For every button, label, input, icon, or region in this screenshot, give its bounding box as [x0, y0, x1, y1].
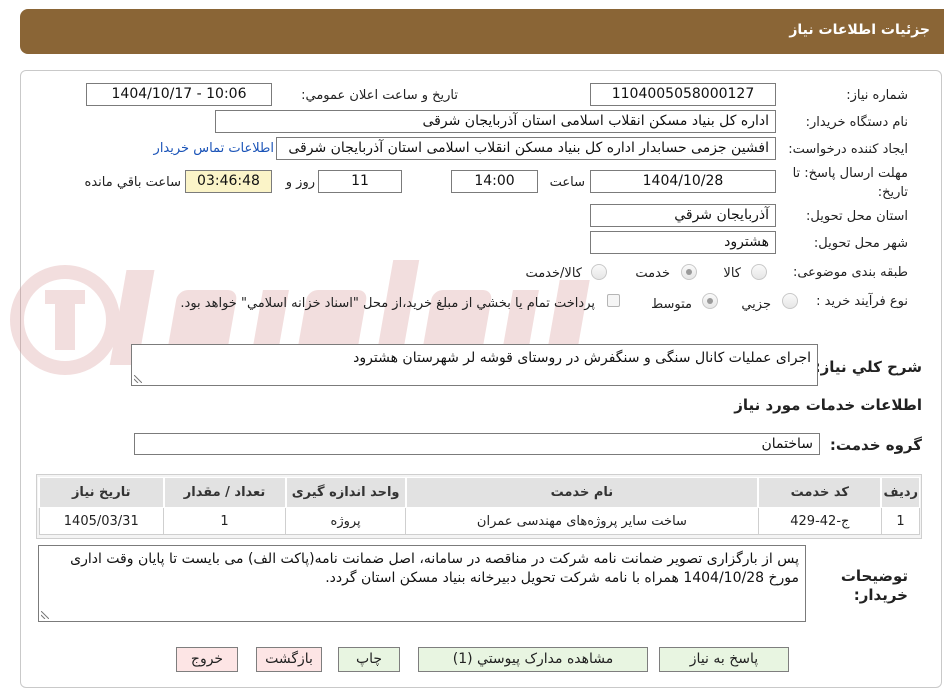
cell-quantity: 1 — [162, 507, 287, 535]
process-option-minor: جزيي — [741, 297, 771, 312]
province-label: استان محل تحويل: — [806, 209, 908, 224]
buyer-notes-textarea[interactable]: پس از بارگزاری تصویر ضمانت نامه شرکت در … — [38, 545, 806, 622]
services-section-title: اطلاعات خدمات مورد نياز — [734, 396, 922, 414]
exit-button[interactable]: خروج — [176, 647, 238, 672]
column-header-date: تاريخ نياز — [38, 477, 164, 508]
process-type-label: نوع فرآيند خريد : — [816, 294, 908, 309]
category-option-goods: کالا — [723, 266, 741, 281]
need-number-label: شماره نياز: — [846, 88, 908, 103]
column-header-quantity: تعداد / مقدار — [162, 477, 287, 508]
treasury-payment-checkbox[interactable] — [607, 294, 620, 307]
description-textarea[interactable]: اجرای عملیات کانال سنگی و سنگفرش در روست… — [131, 344, 818, 386]
requester-field: افشین جزمی حسابدار اداره کل بنیاد مسکن ا… — [276, 137, 776, 160]
deadline-date-field: 1404/10/28 — [590, 170, 776, 193]
deadline-time-label: ساعت — [549, 175, 585, 190]
category-option-goods-service: کالا/خدمت — [525, 266, 582, 281]
city-label: شهر محل تحويل: — [813, 236, 908, 251]
buyer-notes-label-line2: خريدار: — [853, 586, 908, 604]
services-table-header: رديف کد خدمت نام خدمت واحد اندازه گيری ت… — [38, 477, 921, 508]
column-header-code: کد خدمت — [757, 477, 882, 508]
province-field: آذربايجان شرقي — [590, 204, 776, 227]
service-group-field: ساختمان — [134, 433, 820, 455]
category-radio-service[interactable] — [681, 264, 697, 280]
column-header-unit: واحد اندازه گيری — [284, 477, 407, 508]
announce-date-label: تاريخ و ساعت اعلان عمومي: — [301, 88, 458, 103]
process-option-medium: متوسط — [651, 297, 692, 312]
service-group-label: گروه خدمت: — [829, 436, 922, 454]
category-radio-goods-service[interactable] — [591, 264, 607, 280]
description-label: شرح کلي نياز: — [814, 358, 922, 376]
description-text: اجرای عملیات کانال سنگی و سنگفرش در روست… — [353, 350, 811, 366]
column-header-name: نام خدمت — [404, 477, 759, 508]
table-row: 1 ج-42-429 ساخت سایر پروژه‌های مهندسی عم… — [38, 507, 921, 535]
buyer-notes-label-line1: توضيحات — [840, 567, 908, 585]
cell-service-name: ساخت سایر پروژه‌های مهندسی عمران — [405, 507, 759, 535]
announce-date-value: 1404/10/17 - 10:06 — [111, 86, 247, 102]
category-option-service: خدمت — [635, 266, 670, 281]
days-label: روز و — [285, 175, 315, 190]
requester-label: ايجاد کننده درخواست: — [788, 142, 908, 157]
cell-need-date: 1405/03/31 — [38, 507, 164, 535]
back-button[interactable]: بازگشت — [256, 647, 322, 672]
cell-service-code: ج-42-429 — [757, 507, 882, 535]
deadline-label-line1: مهلت ارسال پاسخ: تا — [792, 166, 908, 181]
need-number-field: 1104005058000127 — [590, 83, 776, 106]
cell-unit: پروژه — [285, 507, 407, 535]
cell-row-number: 1 — [880, 507, 921, 535]
print-button[interactable]: چاپ — [338, 647, 400, 672]
page-title: جزئيات اطلاعات نياز — [789, 22, 930, 38]
view-attachments-button[interactable]: مشاهده مدارک پيوستي (1) — [418, 647, 648, 672]
buyer-contact-link[interactable]: اطلاعات تماس خريدار — [154, 141, 274, 156]
deadline-time-field: 14:00 — [451, 170, 538, 193]
process-radio-medium[interactable] — [702, 293, 718, 309]
services-table: رديف کد خدمت نام خدمت واحد اندازه گيری ت… — [38, 477, 921, 535]
resize-grip-icon[interactable] — [134, 375, 142, 383]
category-label: طبقه بندی موضوعی: — [792, 265, 908, 280]
reply-to-need-button[interactable]: پاسخ به نياز — [659, 647, 789, 672]
deadline-label-line2: تاريخ: — [877, 185, 908, 200]
resize-grip-icon[interactable] — [41, 611, 49, 619]
remaining-time-field: 03:46:48 — [185, 170, 272, 193]
announce-date-field: 1404/10/17 - 10:06 — [86, 83, 272, 106]
city-field: هشترود — [590, 231, 776, 254]
buyer-notes-text: پس از بارگزاری تصویر ضمانت نامه شرکت در … — [70, 551, 799, 586]
process-radio-minor[interactable] — [782, 293, 798, 309]
buyer-org-field: اداره کل بنیاد مسکن انقلاب اسلامی استان … — [215, 110, 776, 133]
days-remaining-field: 11 — [318, 170, 402, 193]
treasury-payment-note: پرداخت تمام يا بخشي از مبلغ خريد،از محل … — [180, 296, 595, 311]
category-radio-goods[interactable] — [751, 264, 767, 280]
column-header-row: رديف — [880, 477, 921, 508]
remaining-time-label: ساعت باقي مانده — [84, 175, 181, 190]
buyer-org-label: نام دستگاه خريدار: — [805, 115, 908, 130]
page-header: جزئيات اطلاعات نياز — [20, 9, 944, 54]
